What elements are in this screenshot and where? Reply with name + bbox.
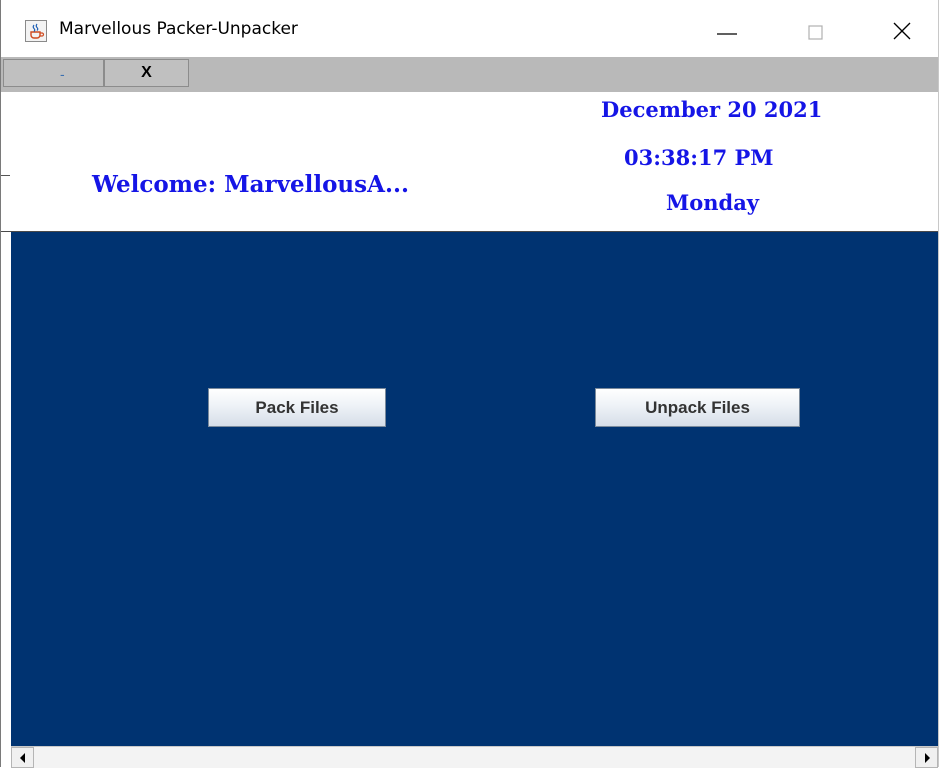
frame-close-button[interactable]: X (104, 59, 189, 87)
arrow-right-icon (925, 753, 930, 763)
header-panel: Welcome: MarvellousA... December 20 2021… (1, 92, 938, 232)
close-window-button[interactable] (873, 0, 933, 57)
scroll-track[interactable] (34, 747, 915, 768)
maximize-window-button[interactable] (785, 0, 845, 57)
date-label: December 20 2021 (601, 97, 823, 122)
scroll-right-button[interactable] (915, 747, 938, 768)
time-label: 03:38:17 PM (624, 145, 774, 170)
internal-frame-controls: - X (1, 57, 938, 92)
minimize-icon (717, 33, 737, 35)
unpack-files-button[interactable]: Unpack Files (595, 388, 800, 427)
main-panel: Pack Files Unpack Files (11, 232, 938, 746)
divider (1, 175, 10, 176)
maximize-icon (808, 25, 823, 40)
frame-minimize-button[interactable]: - (3, 59, 104, 87)
minimize-window-button[interactable] (697, 0, 757, 57)
pack-files-button[interactable]: Pack Files (208, 388, 386, 427)
close-icon (893, 22, 911, 40)
title-bar[interactable]: Marvellous Packer-Unpacker (1, 0, 938, 57)
java-cup-icon (25, 20, 47, 42)
scroll-left-button[interactable] (11, 747, 34, 768)
horizontal-scrollbar[interactable] (11, 746, 938, 768)
window-title: Marvellous Packer-Unpacker (59, 19, 298, 39)
welcome-label: Welcome: MarvellousA... (92, 171, 409, 198)
frame-minimize-label: - (60, 66, 65, 82)
arrow-left-icon (20, 753, 25, 763)
day-label: Monday (666, 190, 760, 215)
app-window: Marvellous Packer-Unpacker - X Welcome: … (0, 0, 939, 768)
